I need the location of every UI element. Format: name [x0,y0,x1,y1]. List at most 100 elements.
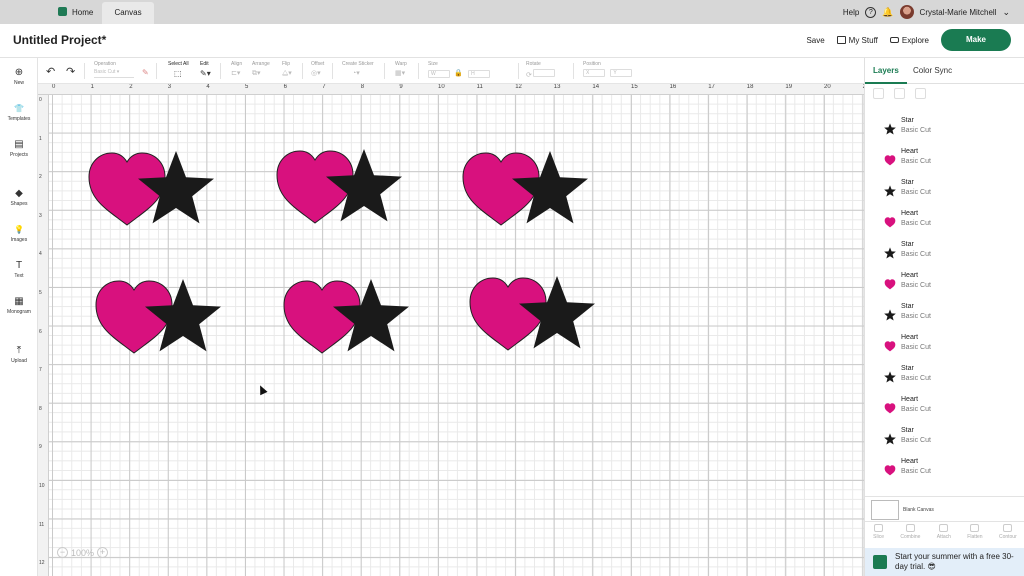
flatten-button[interactable]: Flatten [967,524,983,546]
layer-row[interactable]: Heart Basic Cut [865,393,1024,424]
zoom-out-button[interactable]: − [57,547,68,558]
bell-icon[interactable]: 🔔 [882,7,893,18]
layer-row[interactable]: Heart Basic Cut [865,331,1024,362]
heart-star-group[interactable] [283,279,409,354]
avatar[interactable] [899,5,914,19]
tab-home[interactable]: Home [48,2,103,24]
page-title[interactable]: Untitled Project* [13,33,106,47]
layer-row[interactable]: Star Basic Cut [865,362,1024,393]
attach-label: Attach [936,534,951,540]
sidebar-item-images[interactable]: 💡 Images [0,225,38,243]
lock-icon[interactable]: 🔒 [454,70,463,77]
sidebar-item-projects[interactable]: ▤ Projects [0,140,38,159]
select-all-group[interactable]: Select All ⬚ [168,61,189,78]
toolbar-divider [156,63,157,79]
delete-icon[interactable] [915,88,926,99]
sidebar-item-shapes[interactable]: ◆ Shapes [0,189,38,208]
ruler-top-label: 2 [129,84,133,90]
sidebar-item-new[interactable]: ⊕ New [0,68,38,87]
contour-button[interactable]: Contour [999,524,1017,546]
layer-row[interactable]: Star Basic Cut [865,238,1024,269]
sidebar-item-templates[interactable]: 👕 Templates [0,104,38,122]
explore-button[interactable]: Explore [889,36,929,45]
offset-group[interactable]: Offset ◎▾ [311,61,324,78]
slice-icon [874,524,884,532]
make-button[interactable]: Make [941,29,1011,51]
position-group: Position X Y [583,61,636,78]
heart-thumbnail-icon [884,465,896,476]
design-canvas[interactable]: − 100% + [49,95,864,576]
edit-group[interactable]: Edit ✎▾ [200,61,211,78]
width-input[interactable]: W [428,70,450,78]
combine-label: Combine [900,534,921,540]
ruler-left-label: 10 [39,483,45,489]
ruler-top-label: 18 [746,84,754,90]
layer-operation: Basic Cut [901,251,931,258]
sidebar-item-upload[interactable]: ⤒ Upload [0,346,38,365]
operation-select[interactable]: Basic Cut ▾ [94,69,134,78]
combine-button[interactable]: Combine [900,524,920,546]
layer-row[interactable]: Star Basic Cut [865,114,1024,145]
undo-icon[interactable]: ↶ [46,65,55,78]
layer-row[interactable]: Star Basic Cut [865,300,1024,331]
arrange-group[interactable]: Arrange ⧉▾ [252,61,270,78]
layer-row[interactable]: Star Basic Cut [865,424,1024,455]
heart-star-group[interactable] [469,276,595,351]
blank-canvas-row[interactable]: Blank Canvas [865,496,1024,522]
sidebar-item-text[interactable]: T Text [0,261,38,280]
user-name[interactable]: Crystal-Marie Mitchell [920,8,997,17]
heart-star-group[interactable] [95,279,221,354]
redo-icon[interactable]: ↷ [66,65,75,78]
tab-canvas[interactable]: Canvas [102,2,154,24]
ruler-left-label: 3 [39,212,42,219]
layer-row[interactable]: Star Basic Cut [865,176,1024,207]
heart-star-group[interactable] [276,149,402,224]
ruler-left-label: 8 [39,405,42,412]
tab-color-sync[interactable]: Color Sync [913,66,952,75]
layer-name: Star [901,303,914,310]
sidebar-item-monogram[interactable]: ▦ Monogram [0,297,38,316]
ruler-top-label: 13 [553,84,561,90]
star-thumbnail-icon [884,371,896,383]
layers-panel: Layers Color Sync Star Basic Cut Heart Basi… [864,58,1024,576]
position-y-input[interactable]: Y [610,69,633,77]
attach-button[interactable]: Attach [937,524,951,546]
tab-layers[interactable]: Layers [873,66,899,75]
toolbar-divider [220,63,221,79]
flip-group[interactable]: Flip ⧋▾ [282,61,292,78]
warp-group[interactable]: Warp ▦▾ [395,61,407,78]
heart-star-group[interactable] [462,151,588,226]
create-sticker-group[interactable]: Create Sticker ◔▾ [342,61,374,78]
ruler-top-label: 4 [206,84,210,90]
save-button[interactable]: Save [806,36,824,45]
heart-star-group[interactable] [88,151,214,226]
rotate-input[interactable] [533,69,556,77]
heart-thumbnail-icon [884,279,896,290]
ruler-left-label: 9 [39,444,42,451]
layer-bottom-actions: Slice Combine Attach Flatten Contour [865,524,1024,546]
layer-row[interactable]: Heart Basic Cut [865,269,1024,300]
toolbar-divider [418,63,419,79]
align-group[interactable]: Align ⊏▾ [231,61,242,78]
slice-button[interactable]: Slice [873,524,884,546]
ungroup-icon[interactable] [873,88,884,99]
layer-operation: Basic Cut [901,127,931,134]
zoom-in-button[interactable]: + [97,547,109,558]
help-link[interactable]: Help [843,8,859,17]
layer-row[interactable]: Heart Basic Cut [865,145,1024,176]
layer-row[interactable]: Heart Basic Cut [865,207,1024,238]
edit-label: Edit [200,61,209,67]
position-x-input[interactable]: X [583,69,605,77]
my-stuff-button[interactable]: My Stuff [836,36,878,45]
chevron-down-icon[interactable]: ⌄ [1002,8,1010,17]
pen-icon[interactable]: ✎ [142,68,149,77]
layer-row[interactable]: Heart Basic Cut [865,455,1024,486]
ruler-top-label: 9 [399,84,403,90]
layer-operation: Basic Cut [901,189,931,196]
duplicate-icon[interactable] [894,88,905,99]
contour-icon [1003,524,1013,532]
help-icon[interactable]: ? [865,6,877,18]
promo-banner[interactable]: Start your summer with a free 30-day tri… [865,548,1024,576]
height-input[interactable]: H [468,70,491,78]
star-thumbnail-icon [884,309,896,321]
